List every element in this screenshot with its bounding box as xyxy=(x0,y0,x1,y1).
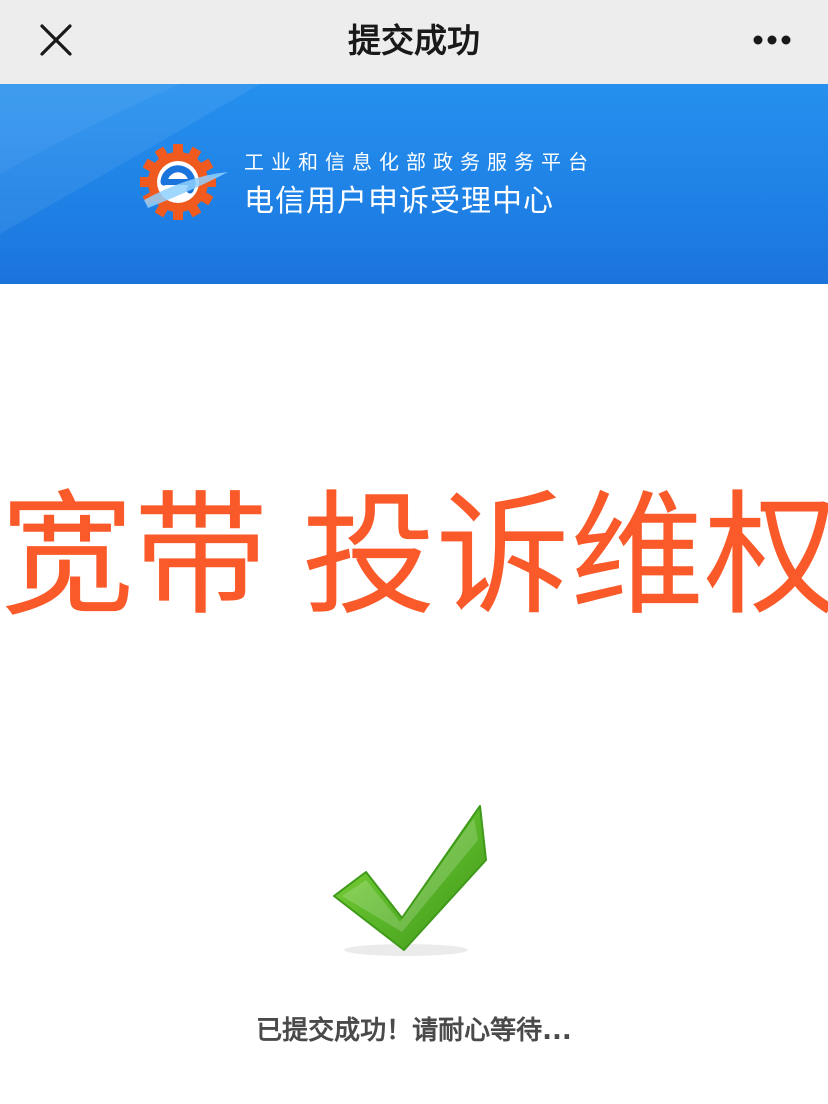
headline-part2: 投诉维权 xyxy=(302,478,828,634)
more-button[interactable] xyxy=(738,14,806,70)
status-message: 已提交成功！请耐心等待... xyxy=(256,1016,572,1046)
success-check xyxy=(318,800,508,970)
more-icon xyxy=(753,35,791,45)
page-title: 提交成功 xyxy=(348,21,480,60)
promo-headline: 宽带 投诉维权 xyxy=(0,476,828,636)
header-banner: 工业和信息化部政务服务平台 电信用户申诉受理中心 xyxy=(0,84,828,284)
center-name: 电信用户申诉受理中心 xyxy=(244,184,554,219)
page: 提交成功 工业和信息化部政务服务平台 电信用户申诉受理中心 宽带 投诉维权 已提… xyxy=(0,0,828,1104)
close-button[interactable] xyxy=(28,14,84,70)
check-icon xyxy=(333,805,487,956)
org-name: 工业和信息化部政务服务平台 xyxy=(244,150,595,174)
gear-e-logo-icon xyxy=(140,144,228,220)
headline-part1: 宽带 xyxy=(0,478,269,634)
top-navbar: 提交成功 xyxy=(0,0,828,84)
close-icon xyxy=(40,24,72,56)
